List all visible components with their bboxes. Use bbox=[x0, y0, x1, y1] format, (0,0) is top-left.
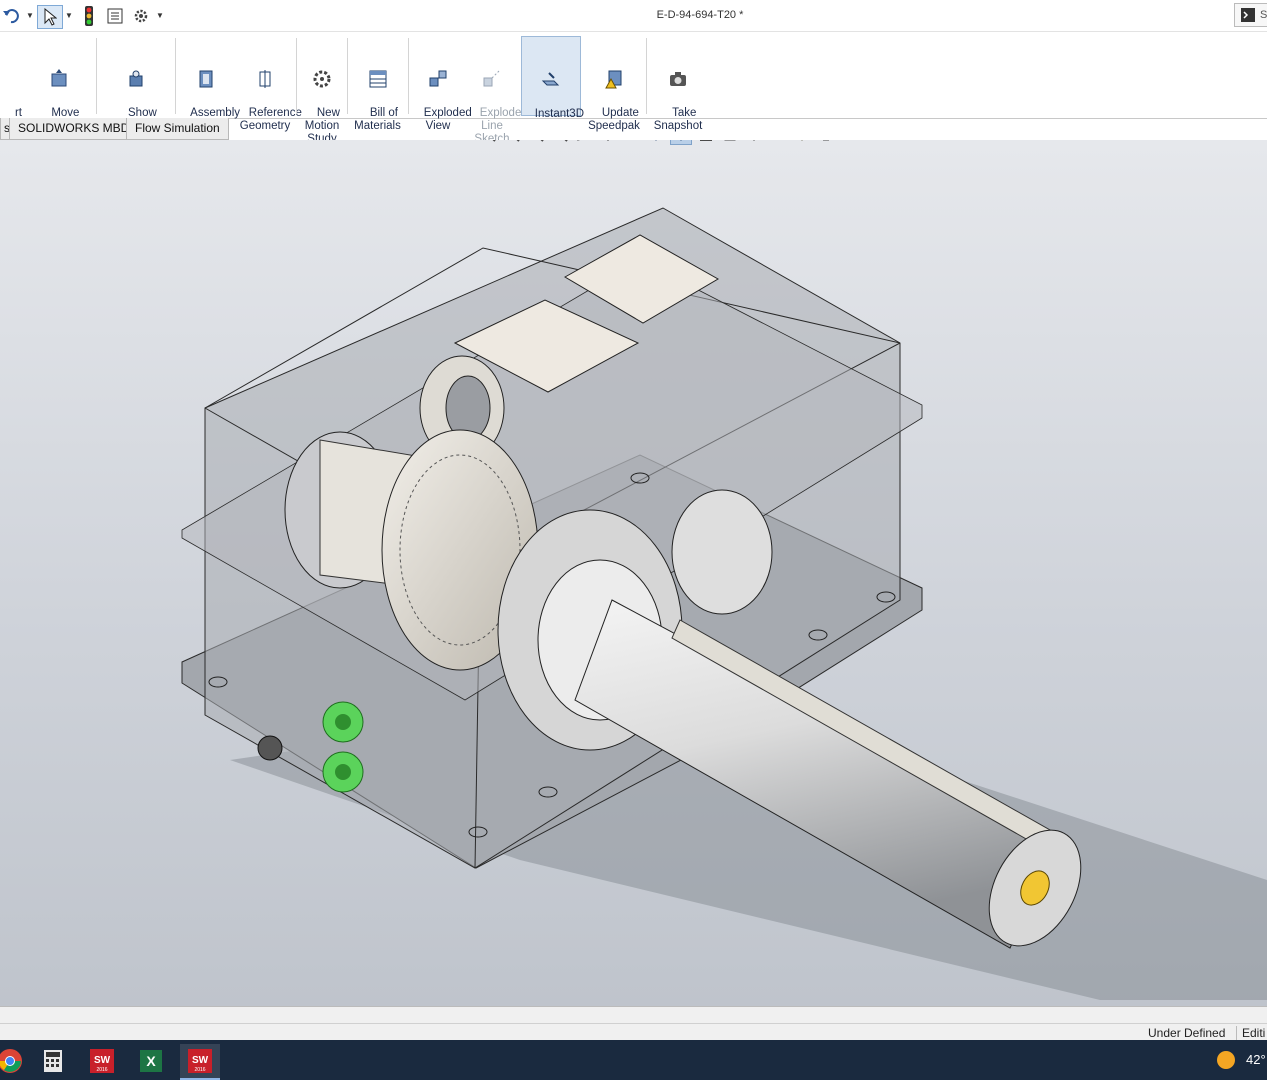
calculator-taskbar-button[interactable] bbox=[33, 1044, 73, 1078]
view-settings-icon[interactable] bbox=[768, 140, 788, 144]
ribbon-separator bbox=[408, 38, 409, 114]
ribbon-separator bbox=[646, 38, 647, 114]
tab-solidworks-mbd[interactable]: SOLIDWORKS MBD bbox=[9, 118, 139, 140]
solidworks-taskbar-button[interactable]: SW 2016 bbox=[82, 1044, 122, 1078]
render-tools-icon[interactable] bbox=[792, 140, 812, 144]
chrome-icon bbox=[0, 1049, 22, 1073]
excel-taskbar-button[interactable]: X bbox=[131, 1044, 171, 1078]
display-pane-icon[interactable] bbox=[816, 140, 836, 144]
bom-icon bbox=[369, 70, 386, 88]
move-component-button[interactable]: Move Component ▼ bbox=[26, 36, 92, 158]
explode-line-icon bbox=[483, 70, 500, 87]
section-view-icon[interactable] bbox=[598, 140, 618, 144]
assembly-features-button[interactable]: Assembly Features ▼ bbox=[178, 36, 240, 158]
command-manager-tabs: s SOLIDWORKS MBD Flow Simulation bbox=[0, 118, 1267, 140]
smart-fasteners-button[interactable]: rt ners bbox=[0, 36, 22, 132]
document-title: E-D-94-694-T20 * bbox=[656, 9, 744, 21]
select-dropdown-icon[interactable]: ▼ bbox=[65, 11, 73, 20]
exploded-view-icon bbox=[429, 70, 447, 87]
ribbon-separator bbox=[296, 38, 297, 114]
file-properties-icon[interactable] bbox=[104, 5, 126, 27]
rebuild-traffic-light-icon[interactable] bbox=[80, 5, 98, 27]
instant3d-button[interactable]: Instant3D bbox=[521, 36, 584, 120]
zoom-icon[interactable] bbox=[526, 140, 546, 144]
status-bar: Under Defined Editi bbox=[0, 1006, 1267, 1041]
definition-status: Under Defined bbox=[1148, 1026, 1226, 1040]
bill-of-materials-button[interactable]: Bill of Materials bbox=[350, 36, 405, 132]
gearbox-assembly-model[interactable] bbox=[0, 140, 1267, 1006]
new-motion-study-button[interactable]: New Motion Study bbox=[299, 36, 345, 145]
view-orientation-icon[interactable] bbox=[646, 140, 666, 144]
explode-line-sketch-button[interactable]: Explode Line Sketch bbox=[467, 36, 521, 145]
hide-show-icon[interactable] bbox=[696, 140, 716, 144]
command-prompt-icon bbox=[1241, 8, 1255, 22]
solidworks-active-taskbar-button[interactable]: SW 2016 bbox=[180, 1044, 220, 1080]
fitting-bore bbox=[335, 714, 351, 730]
search-commands[interactable]: S bbox=[1234, 3, 1267, 27]
calculator-icon bbox=[44, 1050, 62, 1072]
options-dropdown-icon[interactable]: ▼ bbox=[156, 11, 164, 20]
scene-icon[interactable] bbox=[744, 140, 764, 144]
exploded-view-button[interactable]: Exploded View bbox=[411, 36, 472, 132]
solidworks-icon-active: SW2016 bbox=[188, 1049, 212, 1073]
graphics-area[interactable] bbox=[0, 140, 1267, 1006]
heads-up-view-toolbar bbox=[478, 140, 836, 145]
show-hidden-components-button[interactable]: Show Hidden Components bbox=[100, 36, 172, 145]
show-hidden-icon bbox=[129, 70, 143, 87]
weather-temperature[interactable]: 42° bbox=[1246, 1052, 1266, 1067]
chrome-taskbar-button[interactable] bbox=[0, 1044, 30, 1078]
instant3d-icon bbox=[541, 72, 560, 86]
edit-appearance-icon[interactable] bbox=[720, 140, 740, 144]
title-bar: ▼ ▼ ▼ E-D-94-694-T20 * S bbox=[0, 0, 1267, 32]
update-speedpak-button[interactable]: Update Speedpak bbox=[585, 36, 643, 132]
excel-icon: X bbox=[140, 1050, 162, 1072]
solidworks-icon: SW2016 bbox=[90, 1049, 114, 1073]
assembly-features-icon bbox=[199, 70, 213, 88]
svg-text:2016: 2016 bbox=[96, 1067, 107, 1073]
status-separator bbox=[0, 1023, 1267, 1024]
svg-text:2016: 2016 bbox=[194, 1067, 205, 1073]
select-cursor-icon[interactable] bbox=[37, 5, 63, 29]
weather-sun-icon[interactable] bbox=[1216, 1050, 1236, 1070]
motion-study-icon bbox=[313, 70, 331, 88]
options-gear-icon[interactable] bbox=[130, 5, 152, 27]
editing-status: Editi bbox=[1236, 1026, 1265, 1040]
svg-text:SW: SW bbox=[94, 1055, 111, 1066]
fitting-bore bbox=[335, 764, 351, 780]
smart-fasteners-icon bbox=[0, 68, 22, 90]
ribbon-separator bbox=[175, 38, 176, 114]
reference-geometry-button[interactable]: Reference Geometry ▼ bbox=[236, 36, 302, 158]
tab-flow-simulation[interactable]: Flow Simulation bbox=[126, 118, 229, 140]
camera-icon bbox=[670, 72, 686, 86]
ribbon-separator bbox=[96, 38, 97, 114]
search-label: S bbox=[1260, 9, 1267, 21]
ribbon-separator bbox=[347, 38, 348, 114]
command-manager-ribbon: rt ners Move Component ▼ Show Hidden Com… bbox=[0, 32, 1267, 158]
speedpak-icon bbox=[605, 70, 622, 89]
take-snapshot-button[interactable]: Take Snapshot bbox=[649, 36, 707, 132]
drain-plug bbox=[257, 735, 283, 761]
zoom-selection-icon[interactable] bbox=[550, 140, 570, 144]
previous-view-icon[interactable] bbox=[574, 140, 594, 144]
undo-dropdown-icon[interactable]: ▼ bbox=[26, 11, 34, 20]
display-style-icon[interactable] bbox=[670, 140, 692, 145]
dynamic-annotation-icon[interactable] bbox=[622, 140, 642, 144]
svg-text:X: X bbox=[146, 1053, 156, 1069]
zoom-to-fit-icon[interactable] bbox=[478, 140, 498, 144]
side-cover bbox=[671, 489, 773, 615]
zoom-area-icon[interactable] bbox=[502, 140, 522, 144]
svg-text:SW: SW bbox=[192, 1055, 209, 1066]
windows-taskbar: SW 2016 X SW 2016 42° bbox=[0, 1040, 1267, 1080]
move-component-icon bbox=[51, 69, 67, 87]
undo-icon[interactable] bbox=[0, 5, 22, 27]
reference-geometry-icon bbox=[259, 70, 271, 88]
